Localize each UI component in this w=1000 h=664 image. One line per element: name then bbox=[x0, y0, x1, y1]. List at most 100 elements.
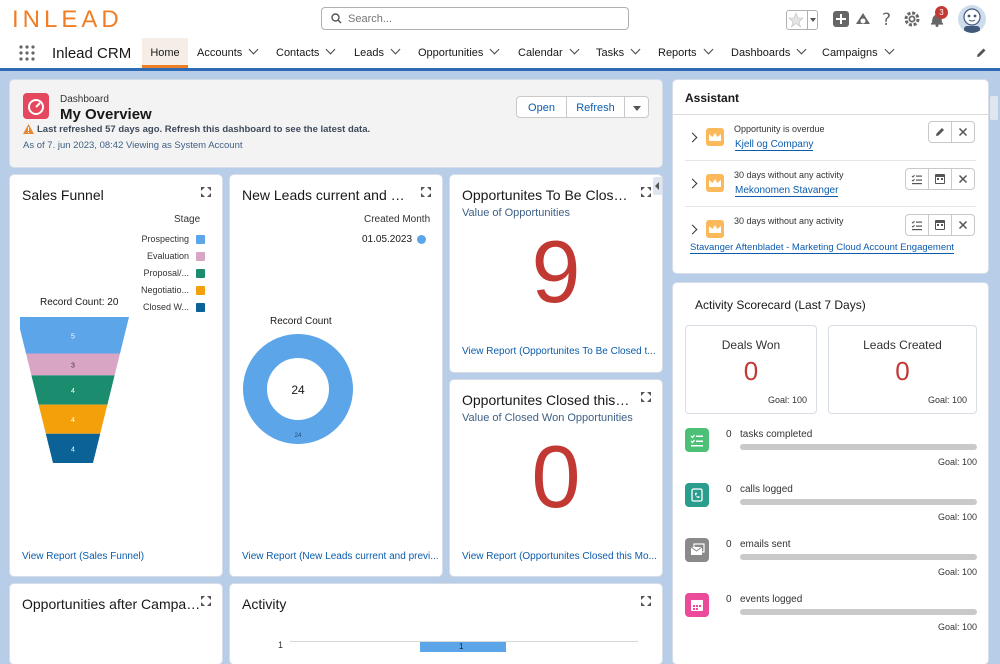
legend-swatch bbox=[196, 235, 205, 244]
as-of-text: As of 7. jun 2023, 08:42 Viewing as Syst… bbox=[23, 140, 243, 151]
activity-label: events logged bbox=[740, 594, 803, 605]
kpi-value: 0 bbox=[743, 356, 759, 386]
activity-count: 0 bbox=[726, 594, 732, 605]
legend-label: Evaluation bbox=[146, 251, 189, 261]
chevron-right-icon[interactable] bbox=[687, 178, 698, 189]
card-title: Opportunites Closed this Mo... bbox=[462, 392, 632, 408]
avatar[interactable] bbox=[958, 5, 986, 33]
divider bbox=[673, 114, 988, 115]
kpi-goal: Goal: 100 bbox=[927, 395, 967, 405]
legend-swatch bbox=[196, 286, 205, 295]
activity-label: tasks completed bbox=[740, 429, 813, 440]
chevron-left-icon bbox=[655, 182, 659, 190]
dismiss-button[interactable] bbox=[951, 121, 975, 143]
kpi-goal: Goal: 100 bbox=[767, 395, 807, 405]
view-report-link[interactable]: View Report (Sales Funnel) bbox=[22, 551, 144, 562]
chevron-down-icon[interactable] bbox=[884, 44, 895, 55]
divider bbox=[685, 160, 976, 161]
funnel-data-label: 5 bbox=[71, 333, 75, 340]
open-button[interactable]: Open bbox=[516, 96, 567, 118]
chevron-down-icon[interactable] bbox=[248, 44, 259, 55]
search-input[interactable] bbox=[348, 11, 618, 26]
assistant-title: Assistant bbox=[685, 91, 740, 105]
app-name: Inlead CRM bbox=[52, 45, 132, 62]
utility-scroll-handle[interactable] bbox=[990, 96, 998, 120]
favorites-button[interactable] bbox=[786, 10, 818, 30]
edit-button[interactable] bbox=[928, 121, 952, 143]
funnel-data-label: 3 bbox=[71, 362, 75, 369]
inlead-logo[interactable]: INLEAD bbox=[12, 6, 123, 34]
legend-title: Stage bbox=[174, 214, 201, 225]
metric-value: 9 bbox=[531, 222, 581, 321]
close-icon bbox=[958, 127, 968, 137]
nav-tab-dashboards[interactable]: Dashboards bbox=[731, 38, 807, 68]
chevron-down-icon[interactable] bbox=[325, 44, 336, 55]
edit-nav-icon[interactable] bbox=[975, 47, 987, 59]
dismiss-button[interactable] bbox=[951, 168, 975, 190]
card-title: Opportunites To Be Closed t... bbox=[462, 187, 632, 203]
legend-label: Proposal/... bbox=[143, 268, 189, 278]
view-report-link[interactable]: View Report (Opportunites Closed this Mo… bbox=[462, 551, 657, 562]
add-icon[interactable] bbox=[832, 10, 850, 28]
nav-tab-campaigns[interactable]: Campaigns bbox=[822, 38, 895, 68]
more-actions-button[interactable] bbox=[624, 96, 649, 118]
kpi-deals-won: Deals Won 0 Goal: 100 bbox=[685, 325, 817, 414]
new-event-button[interactable] bbox=[928, 214, 952, 236]
new-task-button[interactable] bbox=[905, 168, 929, 190]
tasks-icon bbox=[685, 428, 709, 452]
chevron-down-icon[interactable] bbox=[630, 44, 641, 55]
chevron-down-icon[interactable] bbox=[796, 44, 807, 55]
funnel-data-label: 4 bbox=[71, 388, 75, 395]
new-task-button[interactable] bbox=[905, 214, 929, 236]
expand-icon[interactable] bbox=[641, 392, 651, 402]
donut-slice-label: 24 bbox=[295, 433, 302, 439]
card-title: Sales Funnel bbox=[22, 187, 104, 203]
nav-tab-leads[interactable]: Leads bbox=[354, 38, 401, 68]
scorecard-title: Activity Scorecard (Last 7 Days) bbox=[695, 298, 866, 312]
panel-collapse-handle[interactable] bbox=[653, 177, 662, 195]
app-launcher-icon[interactable] bbox=[19, 45, 35, 61]
expand-icon[interactable] bbox=[641, 596, 651, 606]
refresh-button[interactable]: Refresh bbox=[566, 96, 625, 118]
dismiss-button[interactable] bbox=[951, 214, 975, 236]
legend-title: Created Month bbox=[364, 214, 431, 225]
record-count-label: Record Count: 20 bbox=[40, 297, 119, 308]
nav-tab-reports[interactable]: Reports bbox=[658, 38, 713, 68]
gear-icon[interactable] bbox=[903, 10, 921, 28]
chevron-right-icon[interactable] bbox=[687, 132, 698, 143]
view-report-link[interactable]: View Report (New Leads current and previ… bbox=[242, 551, 439, 562]
chevron-right-icon[interactable] bbox=[687, 224, 698, 235]
assistant-item-link[interactable]: Mekonomen Stavanger bbox=[735, 185, 839, 197]
card-title: Activity bbox=[242, 596, 287, 612]
nav-tab-tasks[interactable]: Tasks bbox=[596, 38, 641, 68]
global-search[interactable] bbox=[321, 7, 629, 30]
close-icon bbox=[958, 220, 968, 230]
nav-tab-calendar[interactable]: Calendar bbox=[518, 38, 580, 68]
new-event-button[interactable] bbox=[928, 168, 952, 190]
expand-icon[interactable] bbox=[641, 187, 651, 197]
view-report-link[interactable]: View Report (Opportunites To Be Closed t… bbox=[462, 346, 656, 357]
legend-swatch bbox=[196, 252, 205, 261]
search-icon bbox=[331, 13, 342, 24]
nav-tab-contacts[interactable]: Contacts bbox=[276, 38, 336, 68]
legend-swatch bbox=[196, 303, 205, 312]
assistant-item-link[interactable]: Stavanger Aftenbladet - Marketing Cloud … bbox=[690, 242, 955, 254]
chevron-down-icon[interactable] bbox=[703, 44, 713, 55]
activity-goal: Goal: 100 bbox=[937, 567, 977, 577]
nav-tab-home[interactable]: Home bbox=[142, 38, 188, 68]
notification-badge: 3 bbox=[935, 6, 948, 19]
chevron-down-icon[interactable] bbox=[390, 44, 401, 55]
new-leads-card: New Leads current and previ... Created M… bbox=[230, 175, 442, 576]
trailhead-icon[interactable] bbox=[854, 10, 872, 28]
donut-center-label: 24 bbox=[291, 383, 305, 397]
help-icon[interactable]: ? bbox=[878, 10, 896, 28]
nav-tab-accounts[interactable]: Accounts bbox=[197, 38, 259, 68]
expand-icon[interactable] bbox=[421, 187, 431, 197]
chevron-down-icon[interactable] bbox=[569, 44, 580, 55]
chevron-down-icon[interactable] bbox=[489, 44, 500, 55]
expand-icon[interactable] bbox=[201, 596, 211, 606]
expand-icon[interactable] bbox=[201, 187, 211, 197]
nav-tab-opportunities[interactable]: Opportunities bbox=[418, 38, 500, 68]
opps-to-close-card: Opportunites To Be Closed t... Value of … bbox=[450, 175, 662, 372]
assistant-item-link[interactable]: Kjell og Company bbox=[735, 139, 814, 151]
